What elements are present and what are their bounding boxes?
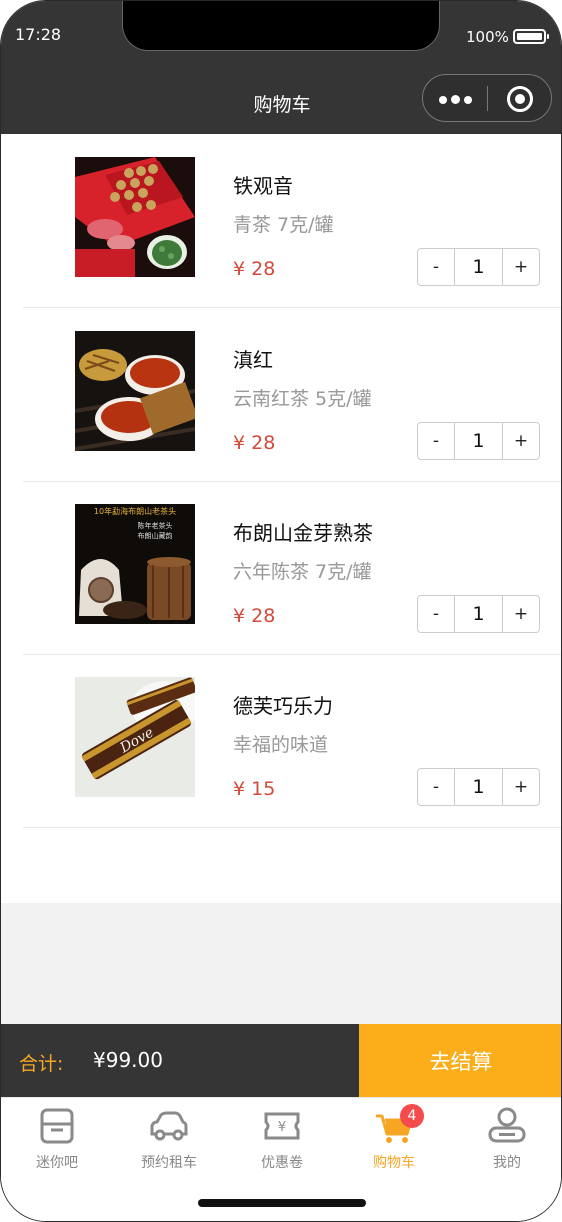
quantity-value[interactable]: 1 [454,423,503,459]
tab-label: 迷你吧 [36,1155,78,1171]
increase-button[interactable]: + [503,596,539,632]
more-icon[interactable] [439,95,479,104]
product-price: ¥ 28 [233,258,276,280]
product-image-caption: 10年勐海布朗山老茶头 [94,506,176,516]
svg-text:¥: ¥ [278,1120,286,1135]
tab-car-rental[interactable]: 预约租车 [113,1098,225,1178]
tab-label: 预约租车 [141,1155,197,1171]
product-name: 德芙巧乐力 [233,694,333,718]
quantity-stepper: - 1 + [417,248,540,286]
tab-label: 购物车 [373,1155,415,1171]
quantity-stepper: - 1 + [417,768,540,806]
increase-button[interactable]: + [503,423,539,459]
product-price: ¥ 28 [233,605,276,627]
car-icon [150,1111,188,1141]
tab-profile[interactable]: 我的 [451,1098,561,1178]
home-indicator [198,1199,366,1207]
decrease-button[interactable]: - [418,596,454,632]
product-spec: 青茶 7克/罐 [233,214,334,236]
checkout-bar: 合计: ¥99.00 去结算 [1,1024,561,1097]
cart-item: 滇红 云南红茶 5克/罐 ¥ 28 - 1 + [23,308,561,482]
decrease-button[interactable]: - [418,423,454,459]
product-spec: 幸福的味道 [233,734,329,756]
quantity-value[interactable]: 1 [454,596,503,632]
cart-item: 铁观音 青茶 7克/罐 ¥ 28 - 1 + [23,134,561,308]
empty-area [1,903,561,1024]
total-amount: ¥99.00 [93,1048,163,1072]
quantity-stepper: - 1 + [417,422,540,460]
product-image[interactable]: Dove [75,677,195,797]
product-image[interactable]: 10年勐海布朗山老茶头 陈年老茶头 布朗山藏韵 [75,504,195,624]
increase-button[interactable]: + [503,769,539,805]
cart-list: 铁观音 青茶 7克/罐 ¥ 28 - 1 + 滇红 云南红茶 5克/罐 ¥ 28… [1,134,561,903]
quantity-value[interactable]: 1 [454,249,503,285]
top-bar: 17:28 100% 购物车 [1,1,561,134]
capsule-divider [487,86,488,111]
tab-cart[interactable]: 4 购物车 [338,1098,450,1178]
battery-percent: 100% [466,28,509,46]
cart-badge: 4 [400,1104,424,1128]
cart-item: Dove 德芙巧乐力 幸福的味道 ¥ 15 - 1 + [23,654,561,828]
quantity-stepper: - 1 + [417,595,540,633]
product-image-caption: 陈年老茶头 [138,521,173,530]
product-image[interactable] [75,331,195,451]
tab-minibar[interactable]: 迷你吧 [1,1098,113,1178]
product-price: ¥ 15 [233,778,276,800]
cart-item: 10年勐海布朗山老茶头 陈年老茶头 布朗山藏韵 布朗山金芽熟茶 六年陈茶 7克/… [23,481,561,655]
product-spec: 六年陈茶 7克/罐 [233,561,372,583]
product-image[interactable] [75,157,195,277]
decrease-button[interactable]: - [418,769,454,805]
battery-icon [513,29,549,44]
increase-button[interactable]: + [503,249,539,285]
notch [122,1,440,51]
product-name: 铁观音 [233,174,293,198]
product-image-caption: 布朗山藏韵 [138,531,173,540]
tab-coupon[interactable]: ¥ 优惠卷 [226,1098,338,1178]
status-time: 17:28 [15,25,62,44]
mini-program-capsule [422,74,552,122]
checkout-button[interactable]: 去结算 [359,1024,561,1097]
phone-frame: 17:28 100% 购物车 铁观音 青茶 7克/罐 ¥ 28 - 1 + 滇红… [0,0,562,1222]
total-label: 合计: [19,1053,64,1075]
minibar-icon [40,1108,74,1144]
quantity-value[interactable]: 1 [454,769,503,805]
product-name: 滇红 [233,348,273,372]
product-name: 布朗山金芽熟茶 [233,521,373,545]
close-icon[interactable] [507,86,533,112]
product-spec: 云南红茶 5克/罐 [233,388,372,410]
decrease-button[interactable]: - [418,249,454,285]
product-price: ¥ 28 [233,432,276,454]
coupon-icon: ¥ [264,1112,300,1140]
tab-label: 我的 [493,1155,521,1171]
tab-label: 优惠卷 [261,1155,303,1171]
user-icon [488,1107,526,1143]
